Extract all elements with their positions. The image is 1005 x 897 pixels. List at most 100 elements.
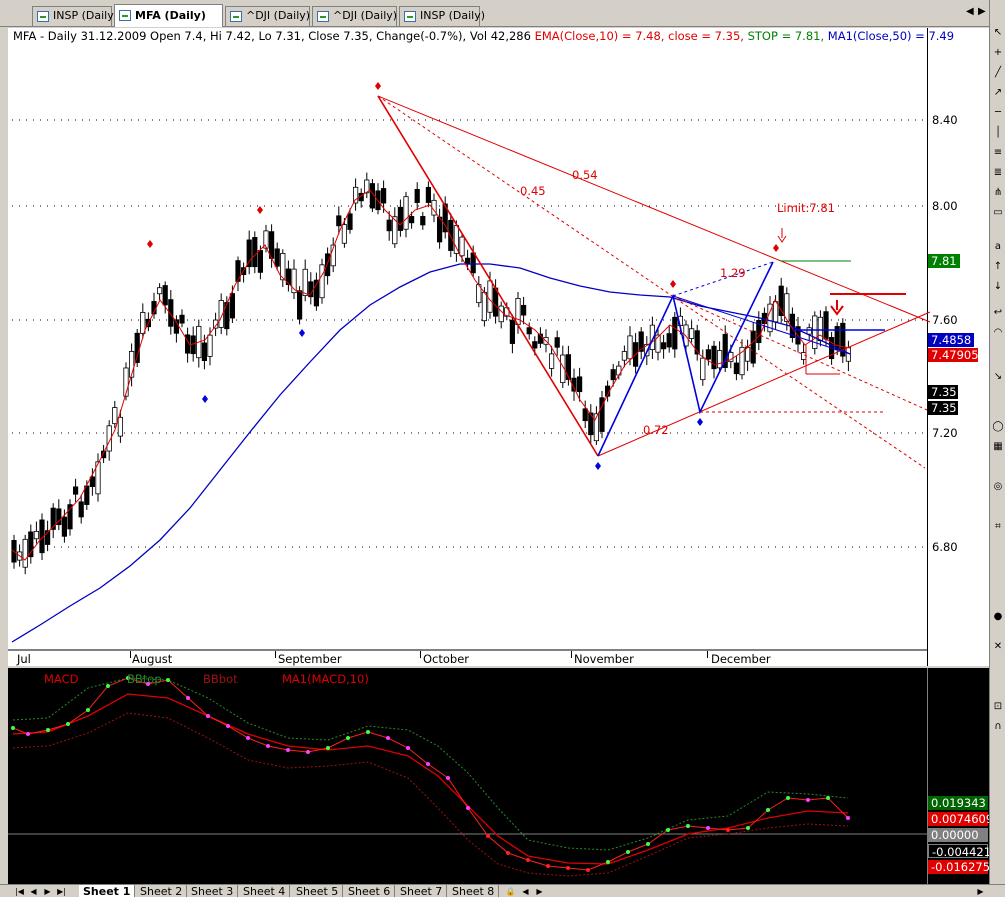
- ema-price-box: 7.47905: [928, 348, 979, 362]
- arrow-tool-icon[interactable]: ↘: [991, 370, 1005, 384]
- charting-app-window: INSP (Daily) MFA (Daily) ^DJI (Daily) ^D…: [0, 0, 1005, 897]
- candle-body: [453, 225, 460, 254]
- fib-tool-icon[interactable]: ≣: [991, 166, 1005, 180]
- pivot-low-marker: [299, 329, 305, 337]
- lock-icon[interactable]: 🔒: [505, 886, 516, 897]
- fib-054-line: [377, 95, 931, 323]
- candle-body: [672, 316, 678, 350]
- candle-body: [341, 224, 348, 244]
- candle-body: [207, 334, 213, 357]
- macd-dot: [166, 678, 170, 682]
- macd-dot: [846, 816, 850, 820]
- candle-body: [700, 357, 706, 381]
- candle-body: [582, 408, 588, 422]
- scroll-left-icon[interactable]: ◀: [520, 886, 531, 897]
- candle-body: [481, 291, 488, 322]
- price-tick-label: 6.80: [932, 540, 958, 554]
- eraser-tool-icon[interactable]: ✕: [991, 640, 1005, 654]
- pitchfork-tool-icon[interactable]: ⋔: [991, 186, 1005, 200]
- price-tick-label: 8.00: [932, 199, 958, 213]
- quote-summary: MFA - Daily 31.12.2009 Open 7.4, Hi 7.42…: [13, 29, 531, 43]
- macd-dot: [206, 714, 210, 718]
- bbtop-band: [12, 677, 849, 851]
- macd-dot: [11, 726, 15, 730]
- sheet-tab-1[interactable]: Sheet 1: [79, 885, 136, 897]
- bbbot-legend: BBbot: [203, 672, 238, 686]
- price-grid: [12, 119, 927, 548]
- time-label: October: [423, 652, 470, 666]
- macd-line: [12, 677, 849, 871]
- time-label: November: [574, 652, 634, 666]
- candle-body: [464, 257, 471, 265]
- last-sheet-icon[interactable]: ▶|: [56, 886, 67, 897]
- first-sheet-icon[interactable]: |◀: [14, 886, 25, 897]
- macd-dot: [586, 868, 590, 872]
- candle-body: [380, 188, 387, 204]
- spiral-tool-icon[interactable]: ◎: [991, 480, 1005, 494]
- vline-tool-icon[interactable]: │: [991, 126, 1005, 140]
- candle-body: [134, 332, 140, 363]
- time-tick: [130, 651, 131, 658]
- macd-dot: [726, 828, 730, 832]
- fib-045-label: 0.45: [520, 184, 546, 198]
- line-tool-icon[interactable]: ╱: [991, 66, 1005, 80]
- curve-tool-icon[interactable]: ↩: [991, 306, 1005, 320]
- macd-dot: [86, 708, 90, 712]
- macd-dot: [646, 842, 650, 846]
- prev-sheet-icon[interactable]: ◀: [28, 886, 39, 897]
- sheet-tab-3[interactable]: Sheet 3: [187, 885, 239, 897]
- macd-dot: [826, 796, 830, 800]
- fan-tool-icon[interactable]: ⌗: [991, 520, 1005, 534]
- time-tick: [571, 651, 572, 658]
- magnet-tool-icon[interactable]: ∩: [991, 720, 1005, 734]
- bbtop-legend: BBtop: [127, 672, 162, 686]
- candle-body: [812, 315, 818, 349]
- grid-tool-icon[interactable]: ▦: [991, 440, 1005, 454]
- macd-dot: [186, 696, 190, 700]
- drawing-tool-strip: ↖ + ╱ ↗ ─ │ ≡ ≣ ⋔ ▭ a ↑ ↓ ↩ ◠ ↘ ◯ ▦ ◎ ⌗ …: [989, 0, 1005, 884]
- ray-tool-icon[interactable]: ↗: [991, 86, 1005, 100]
- macd-dot: [446, 776, 450, 780]
- rect-tool-icon[interactable]: ▭: [991, 206, 1005, 220]
- zoom-tool-icon[interactable]: ⊡: [991, 700, 1005, 714]
- next-sheet-icon[interactable]: ▶: [42, 886, 53, 897]
- scroll-right-icon[interactable]: ▶: [534, 886, 545, 897]
- candle-body: [224, 302, 230, 330]
- color-tool-icon[interactable]: ●: [991, 610, 1005, 624]
- hline-tool-icon[interactable]: ─: [991, 106, 1005, 120]
- crosshair-tool-icon[interactable]: +: [991, 46, 1005, 60]
- ma-macd-legend: MA1(MACD,10): [282, 672, 369, 686]
- candle-body: [201, 342, 207, 361]
- pivot-low-marker: [595, 462, 601, 470]
- macd-dot: [526, 858, 530, 862]
- leg-down-line: [377, 95, 599, 457]
- sheet-tab-2[interactable]: Sheet 2: [136, 885, 188, 897]
- macd-dot: [266, 744, 270, 748]
- sheet-tab-4[interactable]: Sheet 4: [239, 885, 291, 897]
- hscroll-right-icon[interactable]: ▶: [975, 886, 986, 897]
- sheet-tab-5[interactable]: Sheet 5: [292, 885, 344, 897]
- arrow-up-tool-icon[interactable]: ↑: [991, 260, 1005, 274]
- cycle-tool-icon[interactable]: ◠: [991, 326, 1005, 340]
- candle-body: [498, 305, 504, 323]
- sheet-tab-8[interactable]: Sheet 8: [448, 885, 500, 897]
- candle-body: [246, 239, 252, 268]
- arrow-down-tool-icon[interactable]: ↓: [991, 280, 1005, 294]
- ellipse-tool-icon[interactable]: ◯: [991, 420, 1005, 434]
- candle-body: [554, 337, 560, 348]
- candle-body: [179, 314, 185, 324]
- channel-tool-icon[interactable]: ≡: [991, 146, 1005, 160]
- sheet-tab-7[interactable]: Sheet 7: [396, 885, 448, 897]
- candle-body: [78, 501, 84, 518]
- text-tool-icon[interactable]: a: [991, 240, 1005, 254]
- candle-body: [22, 538, 28, 568]
- macd-ma-box: 0.0074609: [928, 812, 993, 826]
- candle-body: [319, 264, 325, 299]
- candle-body: [229, 293, 235, 319]
- trendlines-red: [377, 95, 931, 469]
- candle-body: [324, 253, 331, 277]
- candle-body: [845, 347, 852, 362]
- pointer-tool-icon[interactable]: ↖: [991, 26, 1005, 40]
- macd-dot: [326, 746, 330, 750]
- sheet-tab-6[interactable]: Sheet 6: [344, 885, 396, 897]
